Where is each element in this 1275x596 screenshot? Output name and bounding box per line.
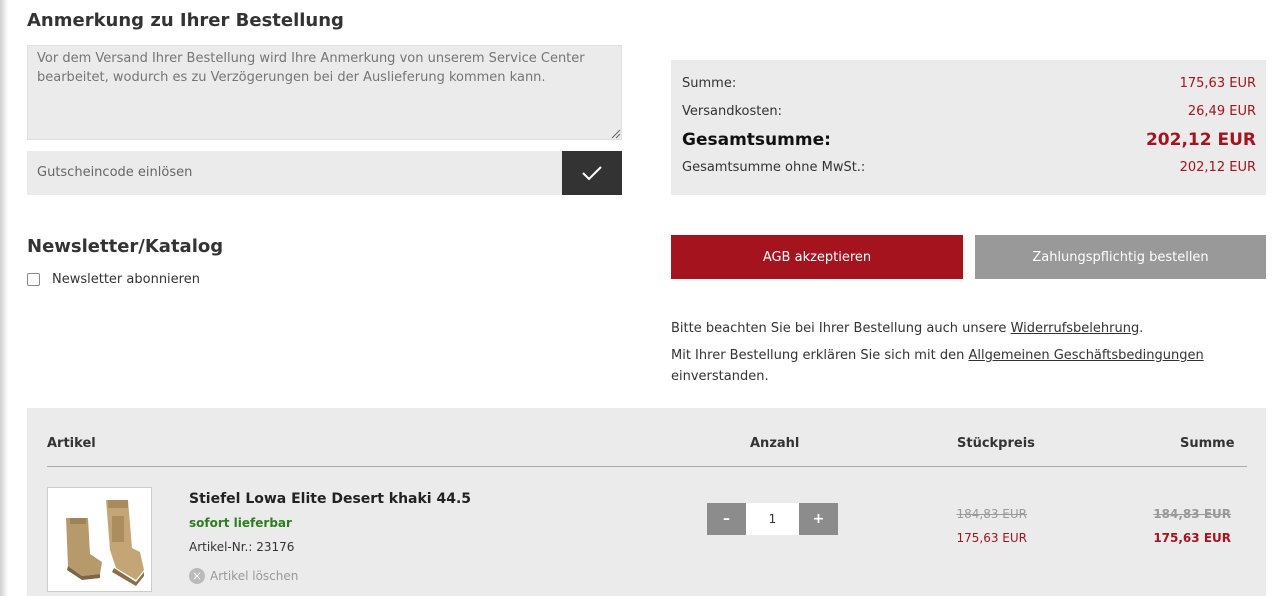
withdrawal-notice-text: Bitte beachten Sie bei Ihrer Bestellung … bbox=[671, 321, 1011, 336]
place-order-button[interactable]: Zahlungspflichtig bestellen bbox=[975, 235, 1266, 279]
terms-notice-text: Mit Ihrer Bestellung erklären Sie sich m… bbox=[671, 348, 969, 363]
quantity-increase-button[interactable]: + bbox=[799, 503, 838, 535]
summary-value: 202,12 EUR bbox=[1145, 130, 1256, 150]
withdrawal-notice-end: . bbox=[1139, 321, 1144, 336]
checkmark-icon bbox=[582, 166, 602, 181]
page-edge-shadow bbox=[0, 0, 8, 596]
accept-agb-button[interactable]: AGB akzeptieren bbox=[671, 235, 963, 279]
column-header-article: Artikel bbox=[47, 436, 96, 451]
header-divider bbox=[47, 466, 1247, 467]
newsletter-section-title: Newsletter/Katalog bbox=[27, 236, 224, 257]
order-summary: Summe: 175,63 EUR Versandkosten: 26,49 E… bbox=[671, 60, 1266, 195]
newsletter-checkbox[interactable] bbox=[27, 273, 40, 286]
summary-label: Versandkosten: bbox=[682, 104, 782, 119]
delete-item-button[interactable]: ✕ Artikel löschen bbox=[189, 568, 298, 584]
summary-label: Gesamtsumme ohne MwSt.: bbox=[682, 160, 866, 175]
withdrawal-notice: Bitte beachten Sie bei Ihrer Bestellung … bbox=[671, 318, 1143, 339]
column-header-quantity: Anzahl bbox=[750, 436, 800, 451]
summary-value: 175,63 EUR bbox=[1179, 76, 1256, 91]
delete-item-label: Artikel löschen bbox=[210, 569, 299, 583]
summary-row-net-total: Gesamtsumme ohne MwSt.: 202,12 EUR bbox=[682, 160, 1256, 175]
summary-row-total: Gesamtsumme: 202,12 EUR bbox=[682, 130, 1256, 150]
terms-notice-end: einverstanden. bbox=[671, 369, 769, 384]
quantity-decrease-button[interactable]: – bbox=[707, 503, 746, 535]
remark-section-title: Anmerkung zu Ihrer Bestellung bbox=[27, 10, 344, 31]
voucher-input[interactable]: Gutscheincode einlösen bbox=[27, 151, 562, 195]
summary-value: 26,49 EUR bbox=[1187, 104, 1256, 119]
summary-row-subtotal: Summe: 175,63 EUR bbox=[682, 76, 1256, 91]
resize-grip-icon[interactable] bbox=[611, 129, 621, 139]
cart-table: Artikel Anzahl Stückpreis Summe Stiefel … bbox=[27, 408, 1266, 596]
product-name[interactable]: Stiefel Lowa Elite Desert khaki 44.5 bbox=[189, 491, 471, 507]
summary-value: 202,12 EUR bbox=[1179, 160, 1256, 175]
summary-row-shipping: Versandkosten: 26,49 EUR bbox=[682, 104, 1256, 119]
newsletter-checkbox-label[interactable]: Newsletter abonnieren bbox=[52, 272, 200, 287]
boot-icon bbox=[66, 500, 144, 586]
summary-label: Gesamtsumme: bbox=[682, 130, 831, 150]
product-sku: Artikel-Nr.: 23176 bbox=[189, 540, 295, 554]
availability-status: sofort lieferbar bbox=[189, 516, 292, 530]
close-icon: ✕ bbox=[189, 568, 205, 584]
summary-label: Summe: bbox=[682, 76, 737, 91]
terms-link[interactable]: Allgemeinen Geschäftsbedingungen bbox=[968, 348, 1203, 363]
terms-notice: Mit Ihrer Bestellung erklären Sie sich m… bbox=[671, 345, 1204, 366]
product-image[interactable] bbox=[47, 487, 152, 592]
quantity-input[interactable]: 1 bbox=[746, 503, 799, 535]
line-total-original: 184,83 EUR bbox=[1153, 507, 1231, 521]
withdrawal-policy-link[interactable]: Widerrufsbelehrung bbox=[1011, 321, 1140, 336]
column-header-total: Summe bbox=[1180, 436, 1235, 451]
remark-textarea[interactable] bbox=[27, 45, 622, 140]
unit-price-discounted: 175,63 EUR bbox=[956, 531, 1027, 545]
line-total-discounted: 175,63 EUR bbox=[1153, 531, 1231, 545]
voucher-submit-button[interactable] bbox=[562, 151, 622, 195]
column-header-unit-price: Stückpreis bbox=[957, 436, 1035, 451]
unit-price-original: 184,83 EUR bbox=[956, 507, 1027, 521]
